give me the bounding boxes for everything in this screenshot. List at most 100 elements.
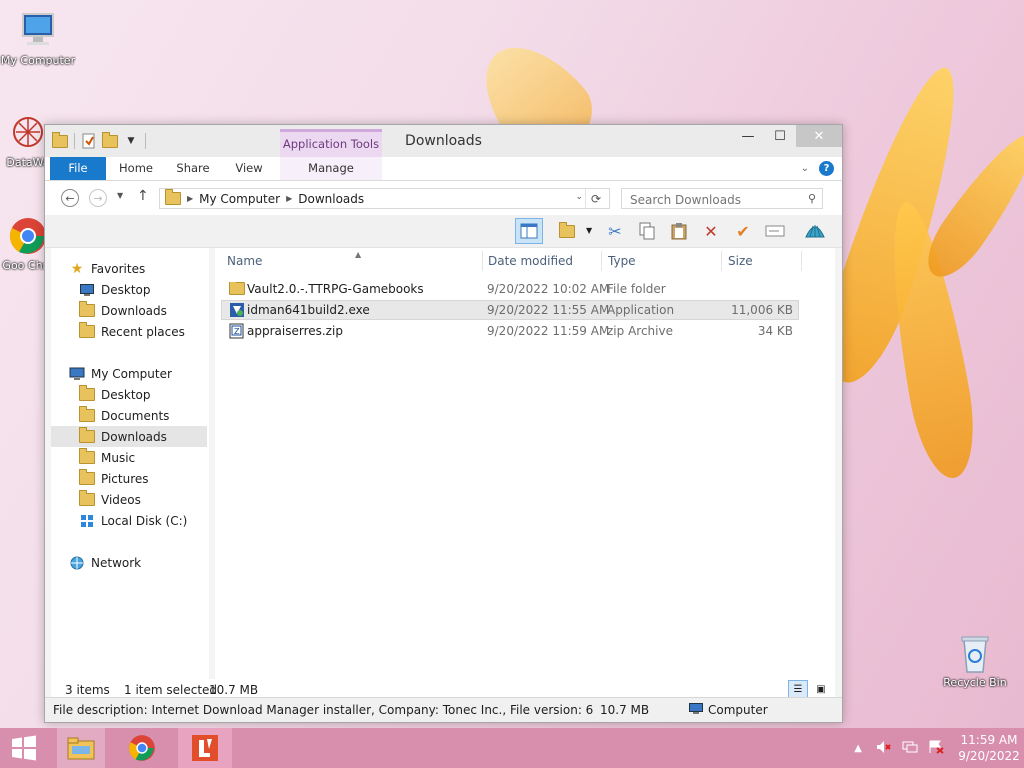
tab-home[interactable]: Home bbox=[111, 157, 161, 180]
nav-label: Documents bbox=[101, 408, 170, 423]
nav-label: Videos bbox=[101, 492, 141, 507]
tab-manage[interactable]: Manage bbox=[280, 157, 382, 180]
rename-icon[interactable] bbox=[761, 218, 789, 244]
preview-pane-button[interactable] bbox=[515, 218, 543, 244]
large-icons-view-button[interactable]: ▣ bbox=[811, 680, 831, 698]
recent-places-icon bbox=[79, 322, 95, 340]
search-icon[interactable]: ⚲ bbox=[808, 192, 816, 205]
address-bar[interactable]: ▶ My Computer ▶ Downloads ⌄ bbox=[159, 188, 610, 209]
tab-view[interactable]: View bbox=[227, 157, 271, 180]
nav-item-recent-places[interactable]: Recent places bbox=[79, 321, 235, 342]
expand-ribbon-icon[interactable]: ⌄ bbox=[801, 163, 809, 174]
breadcrumb-downloads[interactable]: Downloads bbox=[298, 192, 364, 206]
nav-item-downloads[interactable]: Downloads bbox=[79, 300, 235, 321]
selection-size: 10.7 MB bbox=[209, 683, 259, 697]
details-view-button[interactable]: ☰ bbox=[788, 680, 808, 698]
table-row-selected[interactable]: idman641build2.exe 9/20/2022 11:55 AM Ap… bbox=[221, 300, 799, 320]
nav-my-computer[interactable]: My Computer bbox=[69, 363, 225, 384]
column-label: Name bbox=[227, 254, 263, 268]
nav-label: Desktop bbox=[101, 282, 151, 297]
sort-ascending-icon: ▲ bbox=[355, 250, 362, 259]
clock-date: 9/20/2022 bbox=[958, 749, 1020, 763]
folder-icon bbox=[229, 282, 245, 295]
refresh-button[interactable]: ⟳ bbox=[585, 189, 606, 208]
window-title: Downloads bbox=[405, 133, 482, 149]
window-controls: — ☐ ✕ bbox=[732, 125, 842, 147]
nav-label: Local Disk (C:) bbox=[101, 513, 188, 528]
up-button[interactable]: ↑ bbox=[137, 188, 149, 204]
nav-label: Downloads bbox=[101, 303, 167, 318]
details-bar: File description: Internet Download Mana… bbox=[45, 697, 842, 722]
taskbar-file-explorer[interactable] bbox=[57, 728, 105, 768]
nav-label: Music bbox=[101, 450, 136, 465]
computer-icon bbox=[17, 10, 59, 52]
table-row[interactable]: Z appraiserres.zip 9/20/2022 11:59 AM zi… bbox=[221, 321, 799, 341]
volume-muted-icon[interactable] bbox=[876, 740, 892, 757]
taskbar-chrome[interactable] bbox=[118, 728, 166, 768]
tab-share[interactable]: Share bbox=[170, 157, 216, 180]
file-date: 9/20/2022 11:59 AM bbox=[487, 324, 610, 338]
table-row[interactable]: Vault2.0.-.TTRPG-Gamebooks 9/20/2022 10:… bbox=[221, 279, 799, 299]
network-icon[interactable] bbox=[902, 740, 918, 757]
taskbar: ▲ 11:59 AM 9/20/2022 bbox=[0, 728, 1024, 768]
nav-item-desktop[interactable]: Desktop bbox=[79, 279, 235, 300]
copy-icon[interactable] bbox=[633, 218, 661, 244]
nav-label: Network bbox=[91, 555, 142, 570]
address-dropdown-icon[interactable]: ⌄ bbox=[575, 192, 583, 202]
help-icon[interactable]: ? bbox=[819, 161, 834, 176]
breadcrumb-my-computer[interactable]: My Computer bbox=[199, 192, 280, 206]
desktop-icon-recycle-bin[interactable]: Recycle Bin bbox=[937, 632, 1013, 689]
ribbon-right-controls: ⌄ ? bbox=[801, 161, 834, 176]
nav-favorites[interactable]: ★ Favorites bbox=[69, 258, 225, 279]
column-label: Type bbox=[608, 254, 636, 268]
forward-button[interactable]: → bbox=[89, 189, 107, 207]
show-hidden-icons[interactable]: ▲ bbox=[854, 743, 862, 754]
nav-item-downloads-selected[interactable]: Downloads bbox=[51, 426, 207, 447]
nav-label: Recent places bbox=[101, 324, 185, 339]
breadcrumb-separator: ▶ bbox=[286, 194, 293, 203]
nav-network[interactable]: Network bbox=[69, 552, 225, 573]
select-folder-icon[interactable] bbox=[553, 218, 581, 244]
column-header-type[interactable]: Type bbox=[604, 251, 722, 271]
properties-check-icon[interactable]: ✔ bbox=[729, 218, 757, 244]
tab-file[interactable]: File bbox=[50, 157, 106, 180]
taskbar-app[interactable] bbox=[178, 728, 232, 768]
nav-item-documents[interactable]: Documents bbox=[79, 405, 235, 426]
desktop-icon-my-computer[interactable]: My Computer bbox=[0, 10, 76, 67]
app-icon bbox=[7, 112, 49, 154]
ribbon-tabs: File Home Share View Manage ⌄ ? bbox=[45, 157, 842, 181]
file-size: 11,006 KB bbox=[731, 303, 793, 317]
shell-icon[interactable] bbox=[801, 218, 829, 244]
clock[interactable]: 11:59 AM 9/20/2022 bbox=[954, 732, 1024, 764]
nav-item-local-disk[interactable]: Local Disk (C:) bbox=[79, 510, 235, 531]
desktop-folder-icon bbox=[79, 385, 95, 403]
title-bar[interactable]: ▼ Application Tools Downloads — ☐ ✕ bbox=[45, 125, 842, 157]
minimize-button[interactable]: — bbox=[732, 125, 764, 147]
nav-item-pictures[interactable]: Pictures bbox=[79, 468, 235, 489]
cut-icon[interactable]: ✂ bbox=[601, 218, 629, 244]
pictures-folder-icon bbox=[79, 469, 95, 487]
chrome-icon bbox=[129, 735, 155, 761]
back-button[interactable]: ← bbox=[61, 189, 79, 207]
delete-icon[interactable]: ✕ bbox=[697, 218, 725, 244]
nav-item-music[interactable]: Music bbox=[79, 447, 235, 468]
start-button[interactable] bbox=[0, 728, 48, 768]
column-header-date[interactable]: Date modified bbox=[484, 251, 602, 271]
nav-item-videos[interactable]: Videos bbox=[79, 489, 235, 510]
maximize-button[interactable]: ☐ bbox=[764, 125, 796, 147]
nav-item-desktop[interactable]: Desktop bbox=[79, 384, 235, 405]
explorer-window: ▼ Application Tools Downloads — ☐ ✕ File… bbox=[44, 124, 843, 723]
action-center-icon[interactable] bbox=[928, 740, 944, 757]
chevron-down-icon[interactable]: ▼ bbox=[586, 226, 592, 235]
paste-icon[interactable] bbox=[665, 218, 693, 244]
recent-locations-icon[interactable]: ▼ bbox=[117, 191, 123, 200]
computer-icon bbox=[689, 703, 703, 718]
search-box[interactable]: ⚲ bbox=[621, 188, 823, 210]
column-header-size[interactable]: Size bbox=[724, 251, 802, 271]
windows-icon bbox=[12, 735, 36, 761]
search-input[interactable] bbox=[628, 189, 802, 210]
close-button[interactable]: ✕ bbox=[796, 125, 842, 147]
column-header-name[interactable]: Name ▲ bbox=[223, 250, 483, 271]
computer-icon bbox=[69, 366, 85, 382]
column-label: Size bbox=[728, 254, 753, 268]
